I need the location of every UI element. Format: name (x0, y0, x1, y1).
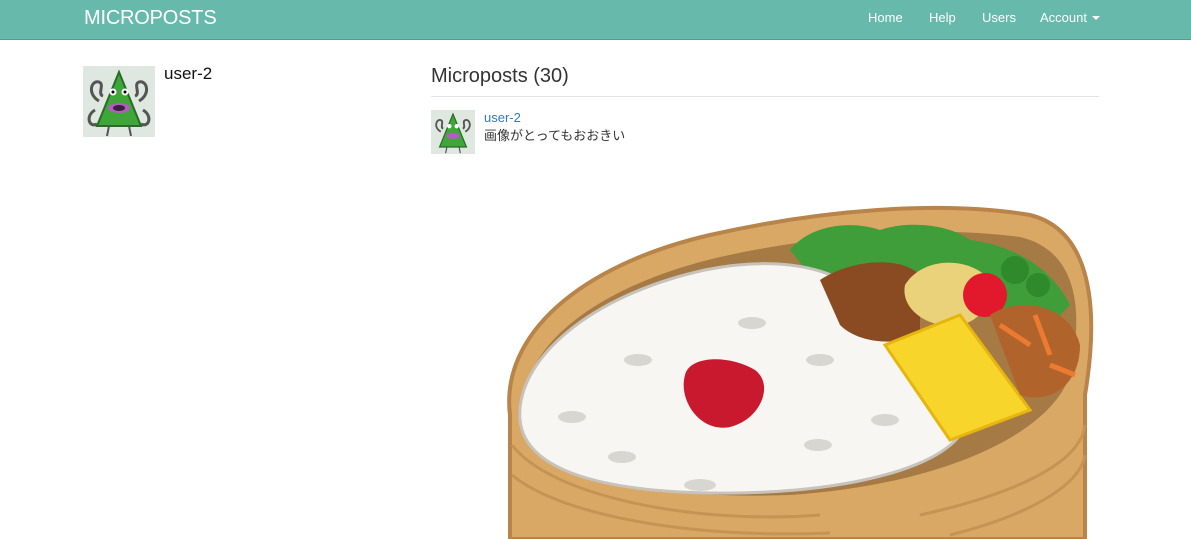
nav-help-link[interactable]: Help (929, 10, 956, 25)
nav-account-dropdown[interactable]: Account (1040, 10, 1100, 25)
bento-box-image (507, 205, 1094, 539)
top-navbar: MICROPOSTS Home Help Users Account (0, 0, 1191, 40)
microposts-heading: Microposts (30) (431, 65, 569, 87)
post-author-link[interactable]: user-2 (484, 110, 521, 125)
post-avatar[interactable] (431, 110, 475, 154)
green-monster-avatar-icon (431, 110, 475, 154)
post-attached-image (490, 195, 1100, 539)
post-content: 画像がとってもおおきい (484, 128, 626, 143)
green-monster-avatar-icon (83, 66, 155, 137)
user-avatar (83, 66, 155, 137)
profile-username: user-2 (164, 64, 213, 83)
brand-logo-link[interactable]: MICROPOSTS (84, 7, 217, 30)
divider (431, 96, 1099, 97)
nav-account-label: Account (1040, 10, 1087, 25)
nav-users-link[interactable]: Users (982, 10, 1016, 25)
caret-down-icon (1091, 16, 1100, 20)
nav-home-link[interactable]: Home (868, 10, 903, 25)
